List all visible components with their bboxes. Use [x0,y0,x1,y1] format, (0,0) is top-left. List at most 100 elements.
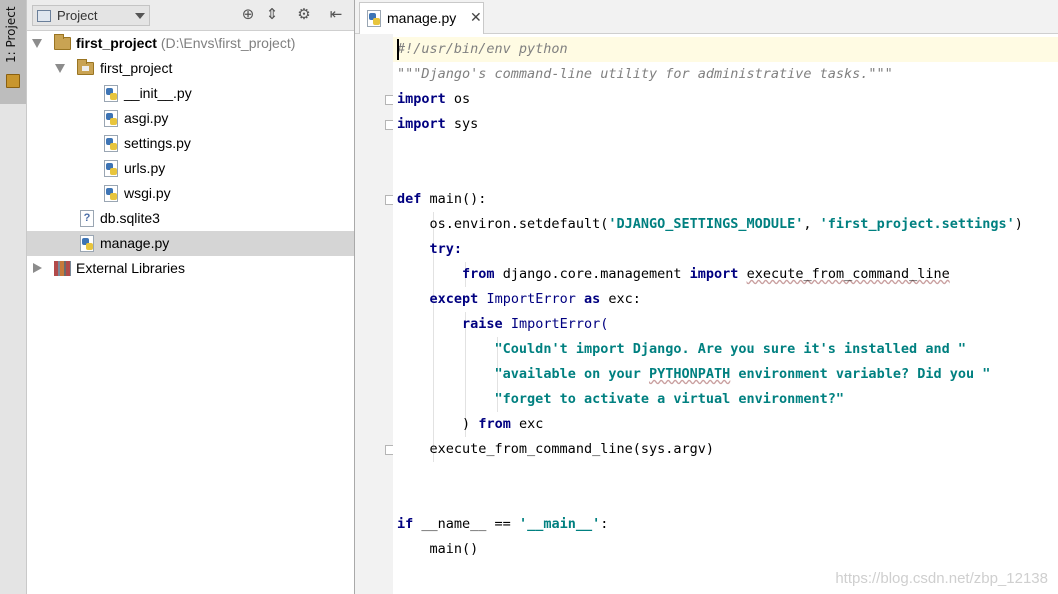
watermark: https://blog.csdn.net/zbp_12138 [835,570,1048,587]
project-tool-tab[interactable]: 1: Project [0,0,26,104]
tree-item-label: __init__.py [124,85,192,101]
code-editor: manage.py ✕ #!/usr/bin/env python """Dja… [355,0,1058,594]
code-line-11: except ImportError as exc: [397,287,641,312]
code-text: exc: [608,291,641,307]
editor-tab-bar: manage.py ✕ [355,0,1058,34]
keyword: import [397,116,446,132]
python-file-icon [104,160,118,177]
project-view-label: Project [57,8,98,23]
tree-item-file[interactable]: asgi.py [27,106,354,131]
string-literal: environment variable? Did you " [730,366,991,382]
code-line-1: #!/usr/bin/env python [397,37,568,62]
code-line-14: "available on your PYTHONPATH environmen… [397,362,991,387]
code-area[interactable]: #!/usr/bin/env python """Django's comman… [393,34,1058,594]
keyword: import [397,91,446,107]
tree-item-file[interactable]: wsgi.py [27,181,354,206]
tool-window-strip: 1: Project [0,0,27,594]
tree-item-label: External Libraries [76,260,185,276]
python-file-icon [367,10,381,27]
code-text: ) [1014,216,1023,232]
tree-item-label: first_project (D:\Envs\first_project) [76,35,295,51]
collapse-arrow-icon[interactable] [33,263,42,273]
editor-gutter [355,34,394,594]
project-view-icon [37,9,51,22]
code-text: os.environ.setdefault( [429,216,609,232]
string-literal: '__main__' [518,516,601,532]
shebang-comment: #!/usr/bin/env python [397,41,568,57]
tree-item-file-selected[interactable]: manage.py [27,231,354,256]
tree-item-label: settings.py [124,135,191,151]
tree-item-label: db.sqlite3 [100,210,160,226]
code-line-16: ) from exc [397,412,543,437]
exception-name: ImportError [486,291,576,307]
keyword: from [478,416,511,432]
tree-item-file[interactable]: settings.py [27,131,354,156]
close-icon[interactable]: ✕ [470,9,482,26]
unknown-file-icon: ? [80,210,94,227]
exception-call: ImportError( [510,316,609,332]
module-name: os [453,91,471,107]
editor-tab-manage-py[interactable]: manage.py ✕ [359,2,484,34]
python-file-icon [104,85,118,102]
folder-icon [54,34,71,50]
code-text: execute_from_command_line(sys.argv) [429,441,714,457]
code-line-21: main() [397,537,479,562]
root-folder-path: (D:\Envs\first_project) [160,35,296,51]
code-line-12: raise ImportError( [397,312,608,337]
keyword: if [397,516,414,532]
code-text: : [600,516,609,532]
tree-item-file[interactable]: __init__.py [27,81,354,106]
keyword: raise [462,316,503,332]
string-literal: "available on your [494,366,649,382]
project-toolbar: Project ⊕ ⇕ ⚙ ⇤ [27,0,354,31]
library-icon [54,261,71,276]
module-name: django.core.management [502,266,682,282]
expand-arrow-icon[interactable] [55,64,65,73]
code-line-4: import sys [397,112,478,137]
collapse-all-icon[interactable]: ⇕ [263,6,281,24]
python-file-icon [80,235,94,252]
project-view-selector[interactable]: Project [32,5,150,26]
tree-item-external-libraries[interactable]: External Libraries [27,256,354,281]
code-text: main() [429,541,479,557]
python-file-icon [104,135,118,152]
keyword: except [429,291,479,307]
code-line-7: def main(): [397,187,486,212]
project-folder-icon [6,74,20,88]
code-line-20: if __name__ == '__main__': [397,512,608,537]
locate-icon[interactable]: ⊕ [239,6,257,24]
code-text: __name__ == [421,516,519,532]
expand-arrow-icon[interactable] [32,39,42,48]
dropdown-arrow-icon [135,13,145,19]
tree-item-file[interactable]: urls.py [27,156,354,181]
python-file-icon [104,185,118,202]
root-folder-name: first_project [76,35,157,51]
string-literal: "forget to activate a virtual environmen… [494,391,845,407]
hide-icon[interactable]: ⇤ [327,6,345,24]
tree-item-label: first_project [100,60,173,76]
tree-item-label: urls.py [124,160,166,176]
code-line-13: "Couldn't import Django. Are you sure it… [397,337,966,362]
tree-item-label: wsgi.py [124,185,171,201]
code-text: ) [462,416,471,432]
tree-item-root-folder[interactable]: first_project (D:\Envs\first_project) [27,31,354,56]
keyword: import [689,266,739,282]
string-literal: "Couldn't import Django. Are you sure it… [494,341,966,357]
code-line-2: """Django's command-line utility for adm… [397,62,893,87]
gear-icon[interactable]: ⚙ [295,6,313,24]
code-line-9: try: [397,237,463,262]
keyword: def [397,191,422,207]
tree-item-label: asgi.py [124,110,169,126]
tree-item-package-folder[interactable]: first_project [27,56,354,81]
code-line-3: import os [397,87,470,112]
keyword: as [583,291,601,307]
text-caret [397,39,399,60]
keyword: from [462,266,495,282]
docstring: """Django's command-line utility for adm… [397,66,893,82]
keyword: try: [429,241,463,257]
code-line-15: "forget to activate a virtual environmen… [397,387,845,412]
tree-item-file[interactable]: ? db.sqlite3 [27,206,354,231]
string-literal: PYTHONPATH [648,366,731,382]
string-literal: 'DJANGO_SETTINGS_MODULE' [608,216,804,232]
code-line-8: os.environ.setdefault('DJANGO_SETTINGS_M… [397,212,1023,237]
